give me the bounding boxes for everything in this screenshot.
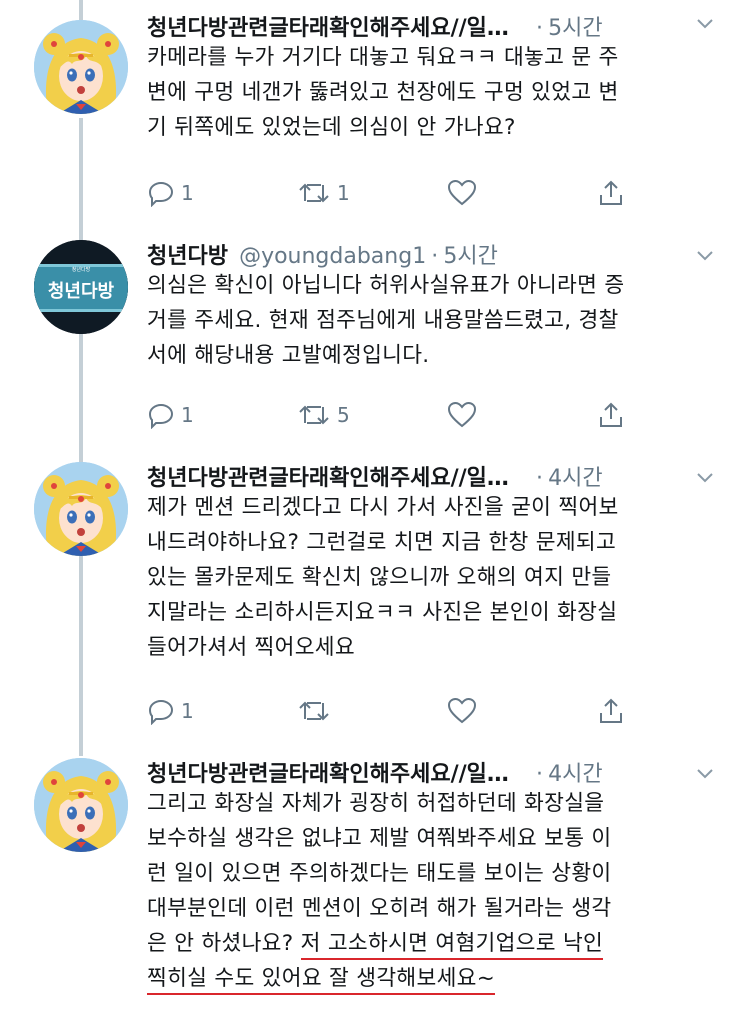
display-name[interactable]: 청년다방관련글타래확인해주세요//일… (147, 466, 509, 491)
separator-dot: · (431, 244, 439, 269)
tweet-actions: 1 5 (147, 398, 667, 432)
chevron-down-icon[interactable] (694, 466, 716, 492)
chevron-down-icon[interactable] (694, 244, 716, 270)
timestamp[interactable]: 4시간 (548, 762, 602, 787)
avatar-logo-text: 청년다방 (48, 281, 115, 302)
reply-button[interactable]: 1 (147, 694, 194, 728)
highlighted-text: 찍히실 수도 있어요 잘 생각해보세요~ (147, 966, 496, 995)
tweet-text-line: 찍히실 수도 있어요 잘 생각해보세요~ (147, 961, 722, 996)
tweet-text: 의심은 확신이 아닙니다 허위사실유표가 아니라면 증 거를 주세요. 현재 점… (147, 268, 722, 373)
share-icon (600, 698, 622, 723)
tweet-text-line: 제가 멘션 드리겠다고 다시 가서 사진을 굳이 찍어보 (147, 495, 619, 520)
chevron-down-icon[interactable] (694, 762, 716, 788)
heart-icon (447, 179, 477, 206)
retweet-icon (299, 405, 329, 425)
avatar[interactable] (34, 20, 128, 114)
tweet-text-line: 기 뒤쪽에도 있었는데 의심이 안 가나요? (147, 115, 516, 140)
tweet-text-line: 내드려야하나요? 그런걸로 치면 지금 한창 문제되고 (147, 530, 617, 555)
tweet-actions: 1 (147, 694, 667, 728)
tweet[interactable]: 청년다방 청년다방 청년다방 @youngdabang1 · 5시간 의심은 확… (0, 228, 750, 450)
like-button[interactable] (447, 398, 483, 432)
separator-dot: · (536, 466, 544, 491)
share-icon (600, 180, 622, 205)
reply-icon (148, 403, 174, 429)
tweet-text-line: 은 안 하셨나요? 저 고소하시면 여혐기업으로 낙인 (147, 926, 722, 961)
tweet-header: 청년다방관련글타래확인해주세요//일… · 4시간 (147, 756, 722, 790)
reply-count: 1 (181, 403, 194, 427)
tweet-text-line: 들어가셔서 찍어오세요 (147, 635, 355, 660)
share-button[interactable] (597, 176, 625, 210)
chevron-down-icon[interactable] (694, 12, 716, 38)
reply-button[interactable]: 1 (147, 176, 194, 210)
tweet-header: 청년다방 @youngdabang1 · 5시간 (147, 238, 722, 272)
tweet-text-line: 있는 몰카문제도 확신치 않으니까 오해의 여지 만들 (147, 565, 612, 590)
reply-count: 1 (181, 699, 194, 723)
tweet-text-line: 서에 해당내용 고발예정입니다. (147, 343, 430, 368)
share-button[interactable] (597, 398, 625, 432)
retweet-count: 5 (337, 403, 350, 427)
share-icon (600, 402, 622, 427)
tweet-text-line: 보수하실 생각은 없냐고 제발 여쭤봐주세요 보통 이 (147, 826, 612, 851)
heart-icon (447, 401, 477, 428)
tweet-header: 청년다방관련글타래확인해주세요//일… · 4시간 (147, 460, 722, 494)
reply-icon (148, 699, 174, 725)
tweet-text-segment: 은 안 하셨나요? (147, 931, 301, 956)
tweet-text-line: 런 일이 있으면 주의하겠다는 태도를 보이는 상황이 (147, 861, 612, 886)
like-button[interactable] (447, 694, 483, 728)
retweet-icon (299, 701, 329, 721)
tweet-text-line: 대부분인데 이런 멘션이 오히려 해가 될거라는 생각 (147, 896, 612, 921)
separator-dot: · (536, 762, 544, 787)
tweet-text: 그리고 화장실 자체가 굉장히 허접하던데 화장실을 보수하실 생각은 없냐고 … (147, 786, 722, 996)
tweet-text-line: 거를 주세요. 현재 점주님에게 내용말씀드렸고, 경찰 (147, 308, 619, 333)
display-name[interactable]: 청년다방 (147, 244, 228, 269)
tweet-text-line: 카메라를 누가 거기다 대놓고 둬요ㅋㅋ 대놓고 문 주 (147, 45, 619, 70)
timestamp[interactable]: 5시간 (443, 244, 497, 269)
tweet-actions: 1 1 (147, 176, 667, 210)
reply-button[interactable]: 1 (147, 398, 194, 432)
retweet-button[interactable] (297, 694, 337, 728)
tweet[interactable]: 청년다방관련글타래확인해주세요//일… · 4시간 제가 멘션 드리겠다고 다시… (0, 450, 750, 746)
display-name[interactable]: 청년다방관련글타래확인해주세요//일… (147, 16, 509, 41)
retweet-button[interactable]: 1 (297, 176, 350, 210)
tweet-text: 제가 멘션 드리겠다고 다시 가서 사진을 굳이 찍어보 내드려야하나요? 그런… (147, 490, 722, 665)
tweet-text: 카메라를 누가 거기다 대놓고 둬요ㅋㅋ 대놓고 문 주 변에 구멍 네갠가 뚫… (147, 40, 722, 145)
retweet-button[interactable]: 5 (297, 398, 350, 432)
separator-dot: · (536, 16, 544, 41)
tweet-text-line: 변에 구멍 네갠가 뚫려있고 천장에도 구멍 있었고 변 (147, 80, 619, 105)
sailor-moon-avatar-image (34, 20, 128, 114)
sailor-moon-avatar-image (34, 758, 128, 852)
timestamp[interactable]: 4시간 (548, 466, 602, 491)
like-button[interactable] (447, 176, 483, 210)
tweet-text-line: 의심은 확신이 아닙니다 허위사실유표가 아니라면 증 (147, 273, 625, 298)
avatar[interactable] (34, 462, 128, 556)
tweet[interactable]: 청년다방관련글타래확인해주세요//일… · 4시간 그리고 화장실 자체가 굉장… (0, 746, 750, 1009)
user-handle[interactable]: @youngdabang1 (239, 244, 426, 269)
tweet[interactable]: 청년다방관련글타래확인해주세요//일… · 5시간 카메라를 누가 거기다 대놓… (0, 0, 750, 230)
share-button[interactable] (597, 694, 625, 728)
heart-icon (447, 697, 477, 724)
avatar-small-text: 청년다방 (72, 266, 91, 273)
avatar[interactable]: 청년다방 청년다방 (34, 240, 128, 334)
avatar[interactable] (34, 758, 128, 852)
youngdabang-logo-image: 청년다방 청년다방 (34, 240, 128, 334)
retweet-icon (299, 183, 329, 203)
reply-icon (148, 181, 174, 207)
tweet-text-line: 그리고 화장실 자체가 굉장히 허접하던데 화장실을 (147, 791, 605, 816)
tweet-header: 청년다방관련글타래확인해주세요//일… · 5시간 (147, 10, 722, 44)
sailor-moon-avatar-image (34, 462, 128, 556)
reply-count: 1 (181, 181, 194, 205)
tweet-text-line: 지말라는 소리하시든지요ㅋㅋ 사진은 본인이 화장실 (147, 600, 618, 625)
retweet-count: 1 (337, 181, 350, 205)
highlighted-text: 저 고소하시면 여혐기업으로 낙인 (300, 931, 604, 960)
timestamp[interactable]: 5시간 (548, 16, 602, 41)
display-name[interactable]: 청년다방관련글타래확인해주세요//일… (147, 762, 509, 787)
